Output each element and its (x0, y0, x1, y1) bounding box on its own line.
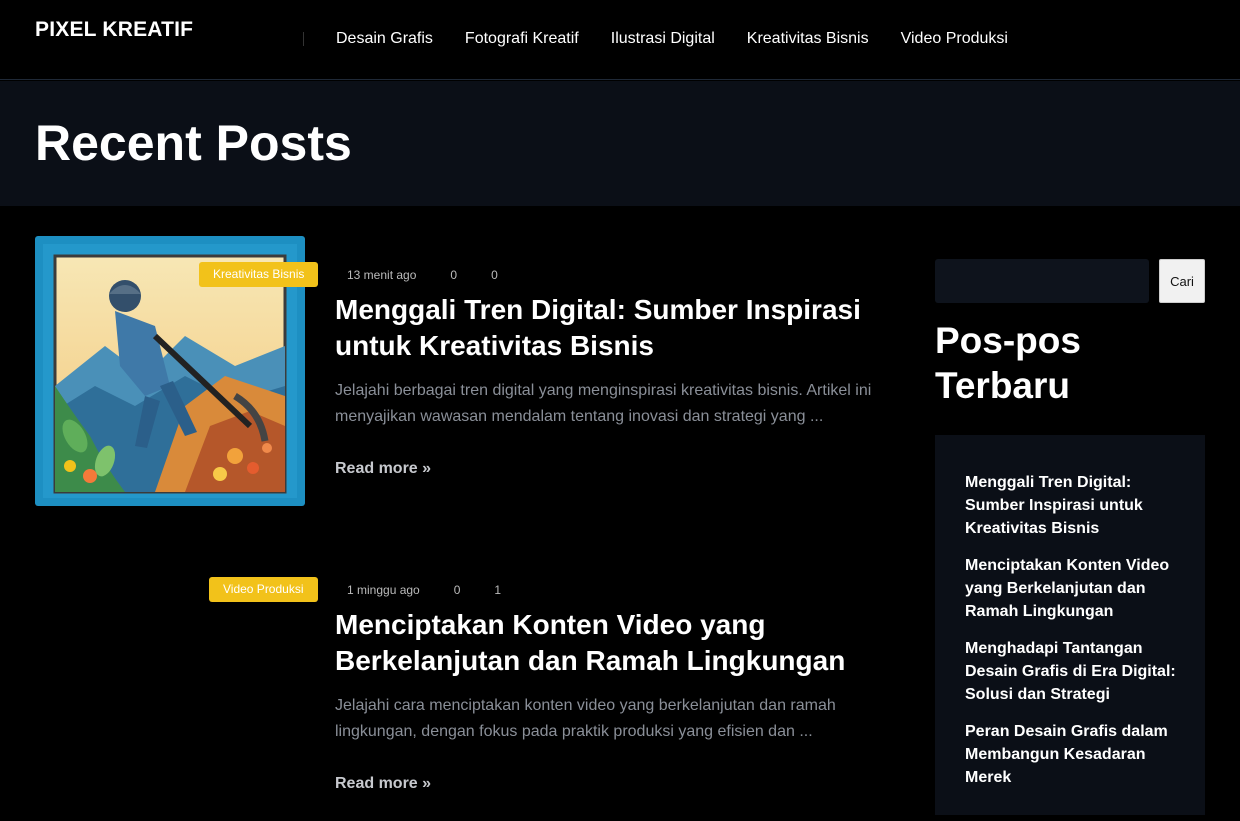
read-more-link[interactable]: Read more » (335, 775, 431, 793)
post-meta: 13 menit ago 0 0 (347, 268, 532, 282)
post-time: 13 menit ago (347, 268, 417, 282)
page-title: Recent Posts (35, 115, 352, 171)
read-more-link[interactable]: Read more » (335, 460, 431, 478)
post-excerpt: Jelajahi cara menciptakan konten video y… (335, 697, 836, 740)
post-comments[interactable]: 1 (494, 583, 501, 597)
recent-posts-widget-title: Pos-pos Terbaru (935, 320, 1081, 406)
post-comments[interactable]: 0 (491, 268, 498, 282)
post-time: 1 minggu ago (347, 583, 420, 597)
post-card: Kreativitas Bisnis 13 menit ago 0 0 Meng… (35, 236, 885, 516)
recent-post-link[interactable]: Peran Desain Grafis dalam Membangun Kesa… (965, 720, 1180, 789)
recent-posts-widget: Menggali Tren Digital: Sumber Inspirasi … (935, 435, 1205, 815)
post-card: Video Produksi 1 minggu ago 0 1 Mencipta… (35, 551, 885, 811)
post-views: 0 (450, 268, 458, 282)
nav-item-kreativitas-bisnis[interactable]: Kreativitas Bisnis (731, 29, 885, 49)
page-title-band: Recent Posts (0, 81, 1240, 206)
recent-posts-list: Menggali Tren Digital: Sumber Inspirasi … (965, 471, 1180, 803)
post-meta: 1 minggu ago 0 1 (347, 583, 535, 597)
post-title[interactable]: Menggali Tren Digital: Sumber Inspirasi … (335, 292, 895, 364)
search-input[interactable] (935, 259, 1149, 303)
category-badge[interactable]: Video Produksi (209, 577, 318, 602)
category-badge[interactable]: Kreativitas Bisnis (199, 262, 319, 287)
site-header: PIXEL KREATIF Desain Grafis Fotografi Kr… (0, 0, 1240, 80)
recent-post-link[interactable]: Menghadapi Tantangan Desain Grafis di Er… (965, 637, 1180, 706)
post-excerpt: Jelajahi berbagai tren digital yang meng… (335, 382, 872, 425)
nav-item-desain-grafis[interactable]: Desain Grafis (320, 29, 449, 49)
post-title[interactable]: Menciptakan Konten Video yang Berkelanju… (335, 607, 895, 679)
nav-item-ilustrasi-digital[interactable]: Ilustrasi Digital (595, 29, 731, 49)
nav-item-video-produksi[interactable]: Video Produksi (885, 29, 1024, 49)
search-button[interactable]: Cari (1159, 259, 1205, 303)
main-nav: Desain Grafis Fotografi Kreatif Ilustras… (320, 29, 1024, 49)
recent-post-link[interactable]: Menciptakan Konten Video yang Berkelanju… (965, 554, 1180, 623)
nav-item-fotografi-kreatif[interactable]: Fotografi Kreatif (449, 29, 595, 49)
nav-divider (303, 32, 304, 46)
site-logo[interactable]: PIXEL KREATIF (35, 18, 193, 42)
recent-post-link[interactable]: Menggali Tren Digital: Sumber Inspirasi … (965, 471, 1180, 540)
post-views: 0 (453, 583, 461, 597)
